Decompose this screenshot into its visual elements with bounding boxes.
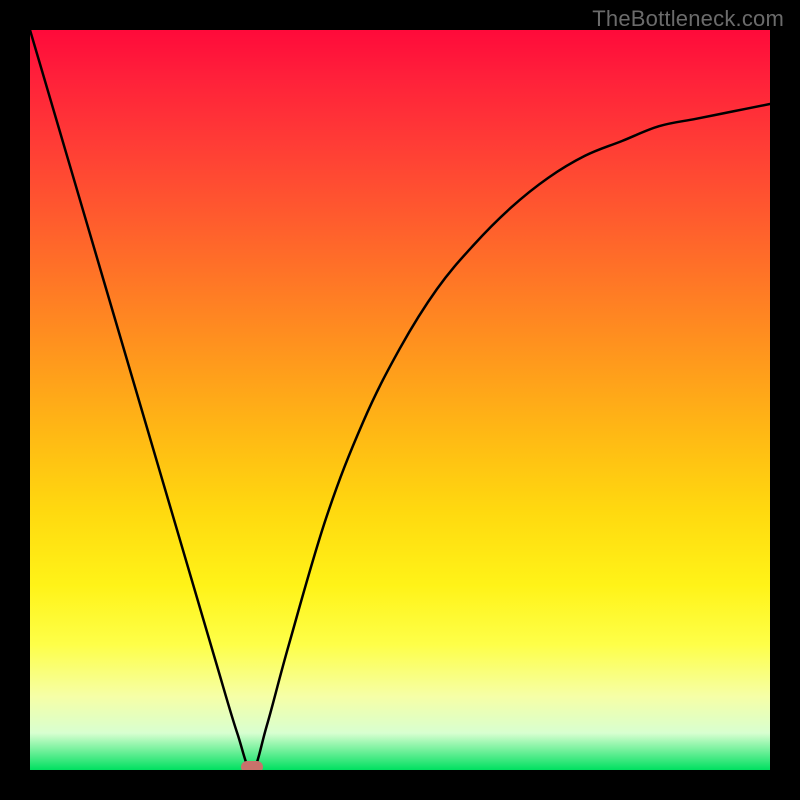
bottleneck-curve	[30, 30, 770, 770]
watermark-text: TheBottleneck.com	[592, 6, 784, 32]
chart-frame: TheBottleneck.com	[0, 0, 800, 800]
plot-area	[30, 30, 770, 770]
optimum-marker	[241, 761, 263, 770]
